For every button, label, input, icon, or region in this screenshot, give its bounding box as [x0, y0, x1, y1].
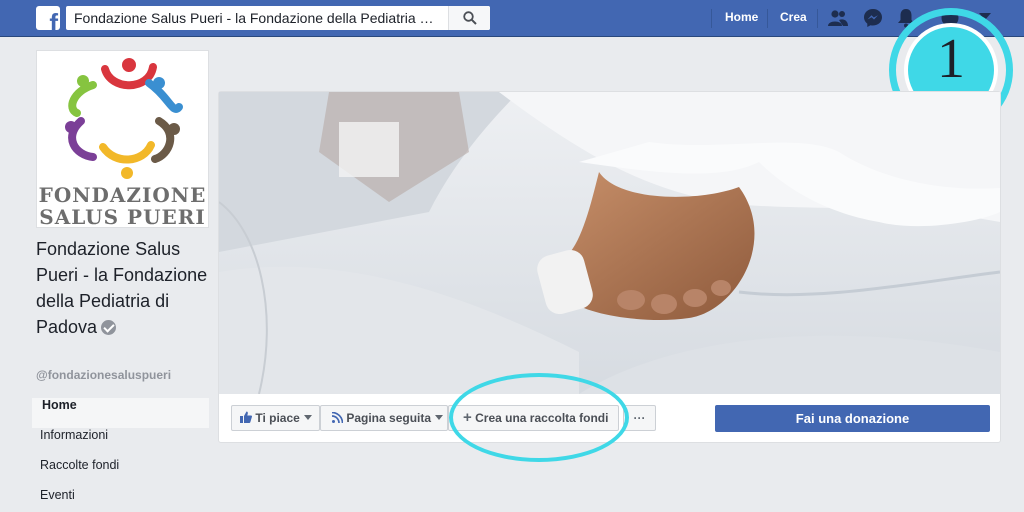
rss-follow-icon: [331, 411, 344, 424]
nav-divider: [767, 9, 768, 28]
sidebar-nav: Home Informazioni Raccolte fondi Eventi: [32, 398, 209, 512]
nav-divider: [711, 9, 712, 28]
sidebar-item-home[interactable]: Home: [32, 398, 209, 428]
logo-text-line2: SALUS PUERI: [39, 205, 206, 229]
nav-create-link[interactable]: Crea: [780, 10, 807, 24]
cover-photo[interactable]: [219, 92, 1000, 394]
sidebar-item-raccolte-fondi[interactable]: Raccolte fondi: [32, 458, 209, 488]
verified-badge-icon: [101, 320, 117, 335]
like-button[interactable]: Ti piace: [231, 405, 320, 431]
foundation-logo-icon: [65, 58, 183, 179]
search-bar[interactable]: Fondazione Salus Pueri - la Fondazione d…: [66, 6, 490, 30]
search-input[interactable]: Fondazione Salus Pueri - la Fondazione d…: [66, 6, 448, 30]
profile-picture[interactable]: FONDAZIONE SALUS PUERI: [36, 50, 209, 229]
messenger-icon[interactable]: [863, 8, 883, 28]
logo-text-line1: FONDAZIONE: [38, 183, 207, 207]
nav-divider: [817, 9, 818, 28]
page-handle[interactable]: @fondazionesaluspueri: [36, 368, 171, 382]
following-button[interactable]: Pagina seguita: [320, 405, 448, 431]
search-icon: [463, 11, 477, 25]
chevron-down-icon: [303, 415, 312, 420]
sidebar-item-eventi[interactable]: Eventi: [32, 488, 209, 512]
thumbs-up-icon: [240, 411, 252, 423]
chevron-down-icon: [435, 415, 444, 420]
search-button[interactable]: [448, 6, 490, 30]
friends-icon[interactable]: [828, 9, 848, 27]
sidebar-item-informazioni[interactable]: Informazioni: [32, 428, 209, 458]
nav-home-link[interactable]: Home: [725, 10, 758, 24]
page-name[interactable]: Fondazione Salus Pueri - la Fondazione d…: [36, 236, 211, 340]
facebook-logo-icon[interactable]: f: [36, 6, 60, 30]
donate-button[interactable]: Fai una donazione: [715, 405, 990, 432]
highlight-annotation-oval: [449, 373, 629, 462]
top-navigation-bar: f Fondazione Salus Pueri - la Fondazione…: [0, 0, 1024, 37]
